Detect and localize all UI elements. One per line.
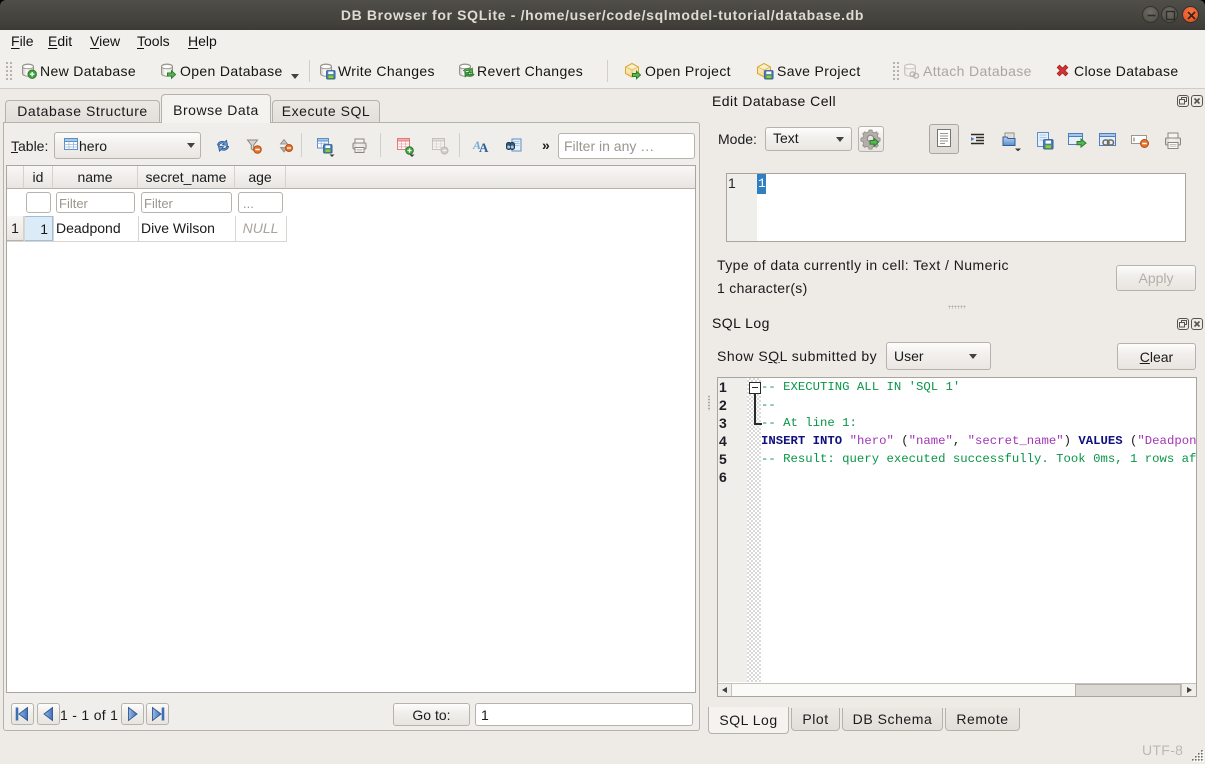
svg-text:A: A [479, 140, 489, 155]
